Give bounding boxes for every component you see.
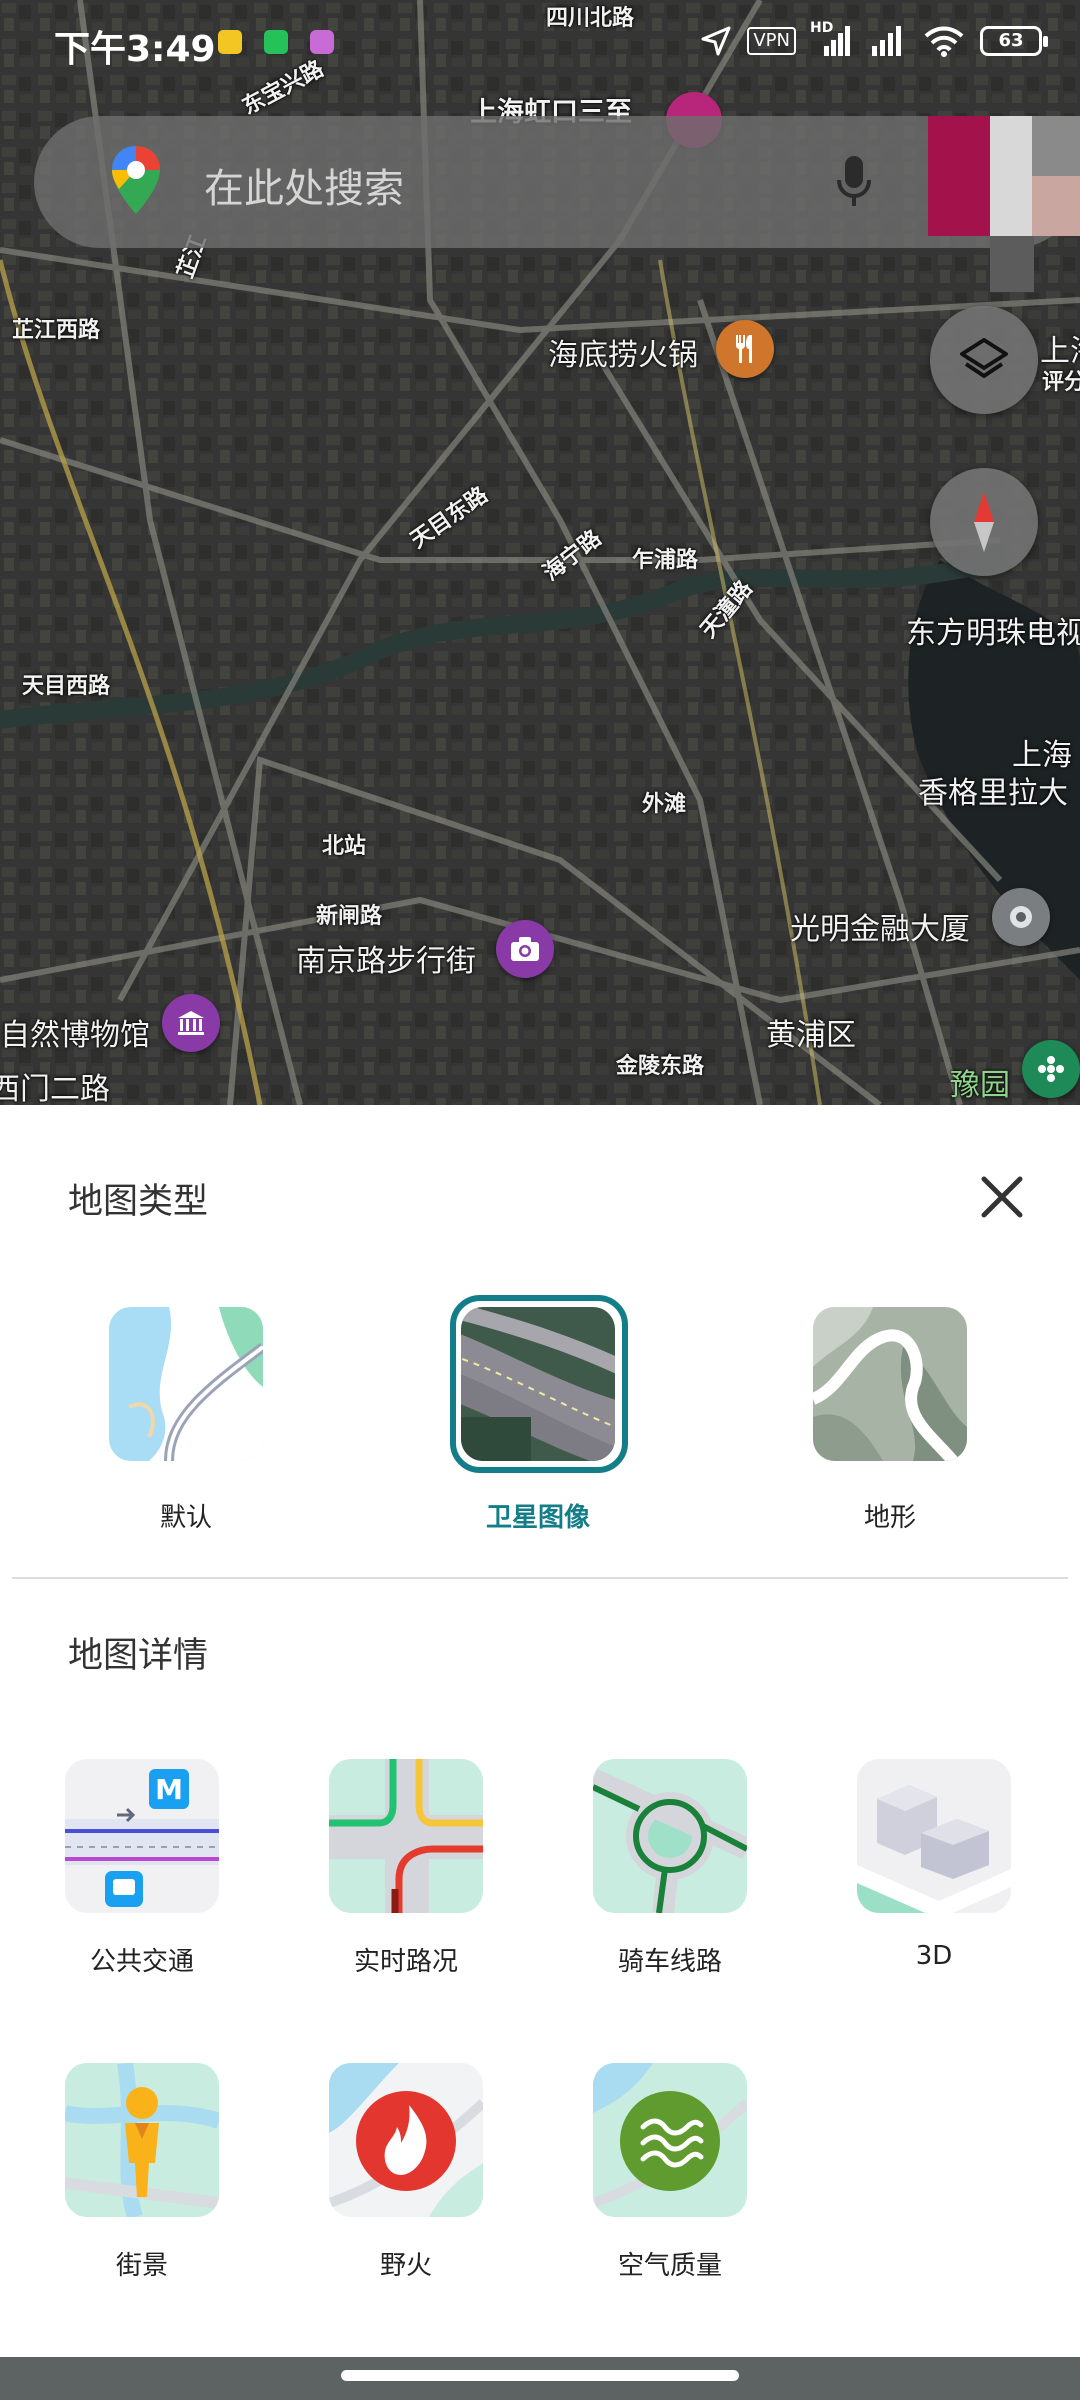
- detail-transit[interactable]: M 公共交通: [42, 1759, 242, 1978]
- layers-icon: [960, 338, 1008, 378]
- map-label[interactable]: 芷江西路: [12, 312, 100, 344]
- map-type-label: 地形: [863, 1503, 916, 1533]
- download-icon: [264, 30, 288, 54]
- 3d-thumbnail: [857, 1759, 1011, 1913]
- terrain-map-thumbnail: [813, 1307, 967, 1461]
- status-bar: 下午3:49 VPN HD 63: [0, 0, 1080, 90]
- signal-icon: [872, 26, 901, 56]
- map-label[interactable]: 外滩: [642, 786, 686, 818]
- microphone-icon[interactable]: [834, 154, 874, 210]
- bus-app-icon: [218, 30, 242, 54]
- traffic-thumbnail: [329, 1759, 483, 1913]
- map-label[interactable]: 豫园: [950, 1060, 1010, 1104]
- detail-air-quality[interactable]: 空气质量: [570, 2063, 770, 2282]
- park-pin-icon[interactable]: [1022, 1040, 1080, 1098]
- vpn-badge: VPN: [747, 27, 796, 55]
- detail-traffic[interactable]: 实时路况: [306, 1759, 506, 1978]
- building-pin-icon[interactable]: [992, 888, 1050, 946]
- battery-icon: 63: [980, 26, 1048, 56]
- detail-label: 骑车线路: [617, 1947, 722, 1977]
- layers-button[interactable]: [930, 306, 1038, 414]
- map-label[interactable]: 北站: [322, 828, 366, 860]
- satellite-map-thumbnail: [461, 1307, 615, 1461]
- detail-label: 实时路况: [353, 1947, 458, 1977]
- detail-label: 街景: [115, 2251, 168, 2281]
- map-type-satellite[interactable]: 卫星图像: [428, 1307, 648, 1534]
- app-notification-icon: [310, 30, 334, 54]
- street-view-thumbnail: [65, 2063, 219, 2217]
- compass-icon: [974, 492, 994, 552]
- map-label[interactable]: 光明金融大厦: [790, 904, 970, 948]
- home-indicator[interactable]: [341, 2370, 739, 2381]
- status-time: 下午3:49: [54, 29, 216, 70]
- layers-bottom-sheet: 地图类型 默认 卫星图像 地形 地图详情 M 公共交通 实时路况 骑车线路 3D…: [0, 1105, 1080, 2357]
- detail-label: 野火: [379, 2251, 432, 2281]
- search-input[interactable]: 在此处搜索: [204, 156, 404, 214]
- detail-label: 3D: [915, 1941, 953, 1971]
- svg-text:M: M: [155, 1773, 183, 1806]
- map-type-title: 地图类型: [68, 1182, 209, 1222]
- map-label[interactable]: 评分: [1042, 364, 1080, 396]
- profile-avatar[interactable]: [928, 116, 1080, 292]
- compass-button[interactable]: [930, 468, 1038, 576]
- detail-label: 公共交通: [89, 1947, 194, 1977]
- detail-3d[interactable]: 3D: [834, 1759, 1034, 1971]
- close-button[interactable]: [970, 1165, 1034, 1229]
- detail-label: 空气质量: [617, 2251, 722, 2281]
- map-type-label: 默认: [159, 1503, 212, 1533]
- signal-hd-icon: HD: [810, 20, 854, 58]
- transit-thumbnail: M: [65, 1759, 219, 1913]
- search-bar[interactable]: 在此处搜索: [34, 116, 1080, 248]
- map-label[interactable]: 金陵东路: [616, 1048, 704, 1080]
- restaurant-pin-icon[interactable]: [716, 320, 774, 378]
- map-type-terrain[interactable]: 地形: [780, 1307, 1000, 1534]
- map-label[interactable]: 南京路步行街: [296, 936, 476, 980]
- wildfires-thumbnail: [329, 2063, 483, 2217]
- map-label[interactable]: 东方明珠电视: [906, 608, 1080, 652]
- detail-street-view[interactable]: 街景: [42, 2063, 242, 2282]
- map-label[interactable]: 海底捞火锅: [548, 330, 698, 374]
- map-label[interactable]: 乍浦路: [632, 542, 698, 574]
- map-type-label: 卫星图像: [485, 1503, 590, 1533]
- map-type-default[interactable]: 默认: [76, 1307, 296, 1534]
- google-maps-logo-icon: [112, 146, 160, 214]
- detail-wildfires[interactable]: 野火: [306, 2063, 506, 2282]
- air-quality-thumbnail: [593, 2063, 747, 2217]
- map-label[interactable]: 西门二路: [0, 1064, 110, 1105]
- divider: [12, 1577, 1068, 1579]
- map-view[interactable]: 四川北路 东宝兴路 上海虹口三至 芷江 芷江西路 海底捞火锅 上海 评分 天目东…: [0, 0, 1080, 1105]
- close-icon: [981, 1176, 1023, 1218]
- map-label[interactable]: 香格里拉大: [918, 768, 1068, 812]
- museum-pin-icon[interactable]: [162, 994, 220, 1052]
- default-map-thumbnail: [109, 1307, 263, 1461]
- map-label[interactable]: 自然博物馆: [0, 1010, 150, 1054]
- map-label[interactable]: 天目西路: [22, 668, 110, 700]
- location-arrow-icon: [701, 26, 731, 56]
- map-label[interactable]: 新闸路: [316, 898, 382, 930]
- bicycling-thumbnail: [593, 1759, 747, 1913]
- map-label[interactable]: 黄浦区: [766, 1010, 856, 1054]
- camera-pin-icon[interactable]: [496, 920, 554, 978]
- wifi-icon: [924, 26, 964, 57]
- map-details-title: 地图详情: [68, 1636, 209, 1676]
- detail-bicycling[interactable]: 骑车线路: [570, 1759, 770, 1978]
